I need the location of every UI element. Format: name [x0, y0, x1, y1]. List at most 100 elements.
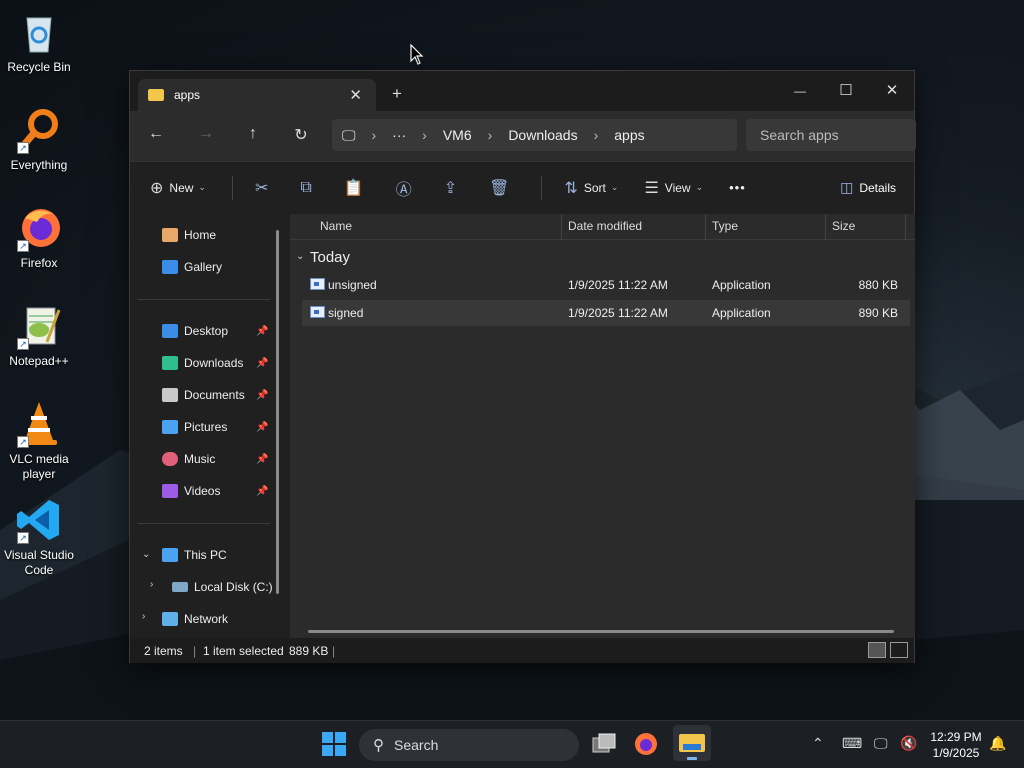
refresh-icon[interactable]: ↻ [291, 125, 311, 145]
sidebar-item-pictures[interactable]: Pictures [162, 420, 227, 434]
firefox-taskbar-icon[interactable] [633, 731, 661, 759]
sidebar-item-network[interactable]: Network [162, 612, 228, 626]
desktop-icon-recycle-bin[interactable]: Recycle Bin [0, 8, 78, 75]
sidebar-item-music[interactable]: Music [162, 452, 215, 466]
desktop-icon-notepadpp[interactable]: ↗ Notepad++ [0, 302, 78, 369]
details-pane-icon: ◫ [840, 179, 854, 195]
sidebar-item-local-disk[interactable]: Local Disk (C:) [172, 580, 273, 594]
column-divider[interactable] [705, 214, 706, 240]
new-button[interactable]: ⊕ New ⌄ [150, 178, 206, 198]
up-arrow-icon[interactable]: ↑ [243, 125, 263, 143]
network-status-icon[interactable]: 🖵 [874, 735, 888, 752]
cut-button[interactable]: ✂ [255, 178, 274, 198]
desktop-icon-everything[interactable]: ↗ Everything [0, 106, 78, 173]
application-icon [310, 278, 325, 290]
desktop-icon-firefox[interactable]: ↗ Firefox [0, 204, 78, 271]
start-button-windows-icon[interactable] [321, 731, 349, 759]
volume-muted-icon[interactable]: 🔇 [900, 735, 917, 752]
desktop-icon-vlc[interactable]: ↗ VLC media player [0, 400, 78, 482]
sidebar-item-videos[interactable]: Videos [162, 484, 220, 498]
paste-button[interactable]: 📋 [344, 178, 370, 198]
column-divider[interactable] [825, 214, 826, 240]
pin-icon[interactable]: 📌 [256, 454, 268, 465]
column-header-size[interactable]: Size [832, 219, 855, 233]
sidebar-item-this-pc[interactable]: This PC [162, 548, 227, 562]
delete-button[interactable]: 🗑 [489, 178, 515, 198]
breadcrumb-downloads[interactable]: Downloads [508, 127, 577, 143]
column-header-type[interactable]: Type [712, 219, 738, 233]
sidebar-item-downloads[interactable]: Downloads [162, 356, 243, 370]
keyboard-icon[interactable]: ⌨ [842, 735, 862, 752]
file-row-unsigned[interactable]: unsigned 1/9/2025 11:22 AM Application 8… [302, 272, 910, 298]
pin-icon[interactable]: 📌 [256, 486, 268, 497]
pin-icon[interactable]: 📌 [256, 358, 268, 369]
view-button[interactable]: ☰ View ⌄ [644, 178, 703, 198]
chevron-down-icon[interactable]: ⌄ [142, 549, 150, 560]
pin-icon[interactable]: 📌 [256, 326, 268, 337]
tab-apps[interactable]: apps ✕ [138, 79, 376, 111]
sidebar-item-gallery[interactable]: Gallery [162, 260, 222, 274]
close-tab-button[interactable]: ✕ [349, 86, 362, 104]
sidebar-item-home[interactable]: Home [162, 228, 216, 242]
sidebar-item-label: Music [184, 452, 216, 466]
column-divider[interactable] [561, 214, 562, 240]
desktop-icon-label: Notepad++ [9, 354, 69, 368]
chevron-right-icon[interactable]: › [142, 611, 145, 622]
chevron-down-icon: ⌄ [610, 182, 619, 192]
file-type: Application [712, 278, 771, 292]
details-pane-button[interactable]: ◫ Details [840, 179, 896, 196]
sidebar-scrollbar[interactable] [276, 230, 279, 594]
more-dots-icon: ••• [729, 180, 746, 195]
chevron-right-icon[interactable]: › [150, 579, 153, 590]
column-header-name[interactable]: Name [320, 219, 352, 233]
group-header-today[interactable]: Today [310, 249, 350, 266]
toolbar-divider [541, 175, 543, 200]
chevron-down-icon[interactable]: ⌄ [296, 251, 304, 262]
chevron-right-icon: › [593, 127, 599, 143]
application-icon [310, 306, 325, 318]
rename-button[interactable]: Ⓐ [396, 176, 418, 200]
details-view-toggle-icon[interactable] [868, 642, 886, 658]
show-hidden-icons-chevron-up-icon[interactable]: ⌃ [812, 735, 824, 752]
desktop-icon-vscode[interactable]: ↗ Visual Studio Code [0, 496, 78, 578]
close-window-button[interactable]: ✕ [869, 77, 915, 105]
more-options-button[interactable]: ••• [729, 180, 746, 195]
desktop-icon-label: Visual Studio Code [4, 548, 74, 577]
copy-button[interactable]: ⧉ [300, 179, 317, 197]
share-button[interactable]: ⇪ [444, 178, 463, 198]
pin-icon[interactable]: 📌 [256, 422, 268, 433]
breadcrumb-ellipsis[interactable]: ··· [392, 127, 406, 143]
tiles-view-toggle-icon[interactable] [890, 642, 908, 658]
home-icon [162, 228, 178, 242]
sort-button[interactable]: ⇅ Sort ⌄ [564, 178, 618, 198]
breadcrumb-apps[interactable]: apps [614, 127, 644, 143]
sidebar-item-desktop[interactable]: Desktop [162, 324, 228, 338]
sidebar-item-label: This PC [184, 548, 227, 562]
minimize-button[interactable]: — [777, 77, 823, 105]
sidebar-item-label: Videos [184, 484, 221, 498]
recycle-bin-icon [15, 8, 63, 56]
breadcrumb-vm6[interactable]: VM6 [443, 127, 472, 143]
horizontal-scrollbar[interactable] [308, 630, 894, 633]
title-bar[interactable]: apps ✕ + — ☐ ✕ [130, 71, 914, 111]
task-view-icon[interactable] [591, 731, 619, 759]
address-bar[interactable]: 🖵 › ··· › VM6 › Downloads › apps [332, 119, 737, 151]
search-input[interactable]: Search apps [746, 119, 916, 151]
view-list-icon: ☰ [644, 179, 659, 197]
sidebar-item-documents[interactable]: Documents [162, 388, 245, 402]
taskbar-search[interactable]: ⚲ Search [359, 729, 579, 761]
navigation-bar: ← → ↑ ↻ 🖵 › ··· › VM6 › Downloads › apps… [130, 111, 916, 161]
back-arrow-icon[interactable]: ← [146, 125, 166, 143]
vlc-cone-icon: ↗ [15, 400, 63, 448]
forward-arrow-icon[interactable]: → [196, 125, 216, 143]
file-explorer-taskbar-icon[interactable] [673, 725, 711, 761]
clock[interactable]: 12:29 PM 1/9/2025 [926, 729, 986, 761]
notification-bell-icon[interactable]: 🔔 [989, 735, 1006, 752]
pin-icon[interactable]: 📌 [256, 390, 268, 401]
documents-folder-icon [162, 388, 178, 402]
new-tab-button[interactable]: + [392, 84, 402, 104]
maximize-button[interactable]: ☐ [823, 77, 869, 105]
file-row-signed[interactable]: signed 1/9/2025 11:22 AM Application 890… [302, 300, 910, 326]
column-header-date[interactable]: Date modified [568, 219, 642, 233]
column-divider[interactable] [905, 214, 906, 240]
